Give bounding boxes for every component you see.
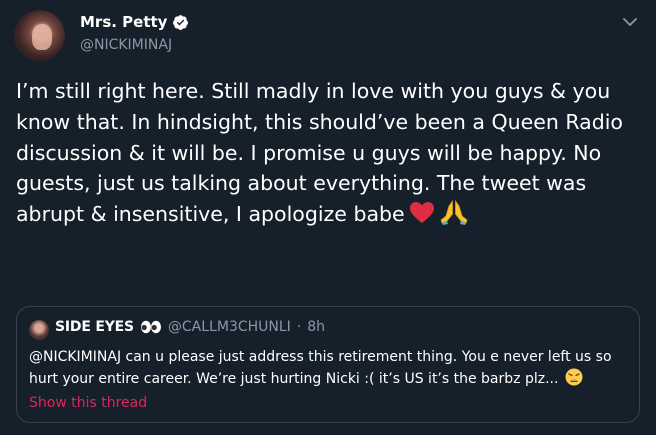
praying-hands-icon (440, 199, 468, 226)
quoted-header: SIDE EYES @CALLM3CHUNLI · 8h (55, 319, 325, 335)
author-row: Mrs. Petty (80, 13, 189, 31)
avatar[interactable] (14, 10, 65, 61)
show-thread-link[interactable]: Show this thread (29, 395, 147, 411)
quoted-separator: · (296, 319, 302, 335)
quoted-handle: @CALLM3CHUNLI (167, 319, 291, 335)
weary-face-icon (565, 368, 583, 386)
eyes-icon (140, 320, 161, 334)
tweet-text: I’m still right here. Still madly in lov… (16, 76, 644, 230)
verified-badge-icon (173, 14, 189, 30)
tweet-text-content: I’m still right here. Still madly in lov… (16, 79, 623, 227)
chevron-down-icon[interactable] (622, 16, 638, 28)
quoted-avatar (29, 320, 49, 340)
tweet[interactable]: Mrs. Petty @NICKIMINAJ I’m still right h… (0, 0, 656, 435)
quoted-time: 8h (307, 319, 326, 335)
display-name[interactable]: Mrs. Petty (80, 13, 167, 31)
heart-icon (409, 202, 434, 224)
quoted-text: @NICKIMINAJ can u please just address th… (29, 347, 633, 390)
quoted-display-name: SIDE EYES (55, 319, 134, 335)
quoted-tweet[interactable]: SIDE EYES @CALLM3CHUNLI · 8h @NICKIMINAJ… (16, 306, 640, 423)
quoted-text-content: @NICKIMINAJ can u please just address th… (29, 349, 612, 387)
author-handle[interactable]: @NICKIMINAJ (80, 37, 172, 53)
